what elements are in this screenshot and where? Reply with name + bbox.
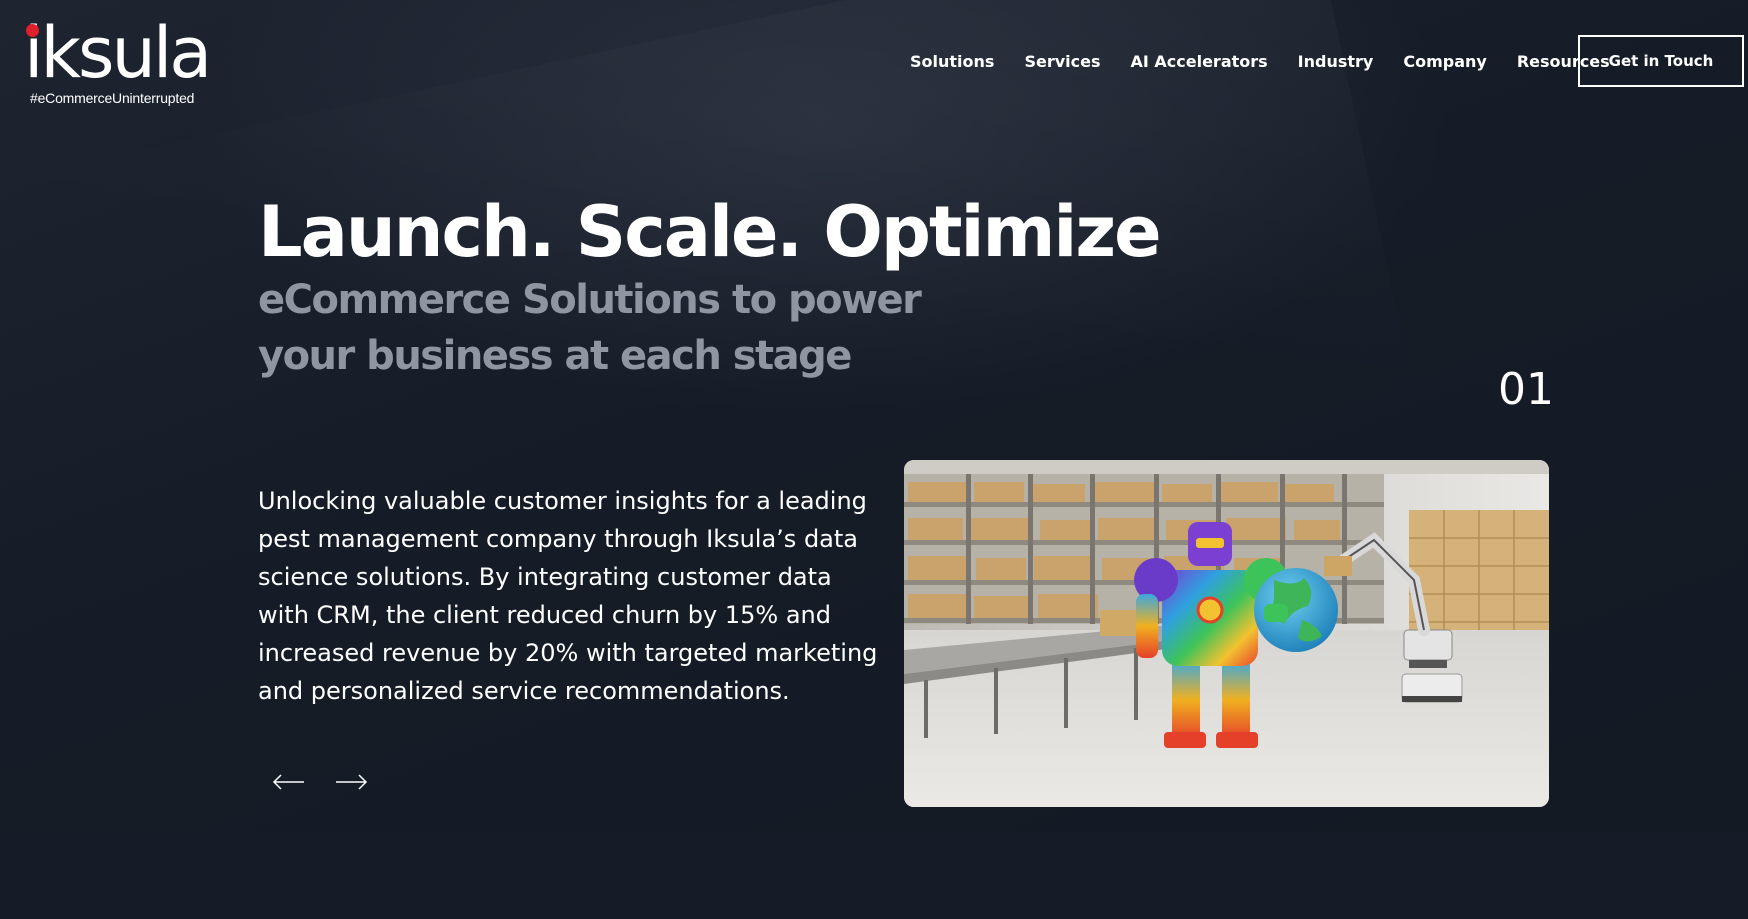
- carousel-controls: [272, 772, 368, 792]
- logo-red-dot: [26, 24, 39, 37]
- nav-item-industry[interactable]: Industry: [1298, 52, 1374, 71]
- warehouse-illustration: [904, 460, 1549, 807]
- nav-item-services[interactable]: Services: [1024, 52, 1100, 71]
- arrow-right-icon[interactable]: [334, 772, 368, 792]
- globe: [1254, 568, 1338, 652]
- logo-wordmark: iksula: [24, 12, 212, 94]
- arrow-left-icon[interactable]: [272, 772, 306, 792]
- logo-tagline: #eCommerceUninterrupted: [30, 90, 195, 106]
- hero-title: Launch. Scale. Optimize: [258, 191, 1162, 273]
- mobile-robot-cart: [1401, 673, 1463, 703]
- hero-subtitle: eCommerce Solutions to power your busine…: [258, 277, 922, 379]
- slide-number: 01: [1498, 364, 1554, 415]
- nav-item-ai-accelerators[interactable]: AI Accelerators: [1130, 52, 1267, 71]
- main-nav: Solutions Services AI Accelerators Indus…: [910, 52, 1610, 71]
- get-in-touch-button[interactable]: Get in Touch: [1578, 35, 1744, 87]
- case-study-description: Unlocking valuable customer insights for…: [258, 487, 878, 705]
- brand-logo[interactable]: iksula #eCommerceUninterrupted: [24, 16, 214, 112]
- nav-item-solutions[interactable]: Solutions: [910, 52, 994, 71]
- nav-item-company[interactable]: Company: [1403, 52, 1486, 71]
- hero-image-warehouse-robot: [904, 460, 1549, 807]
